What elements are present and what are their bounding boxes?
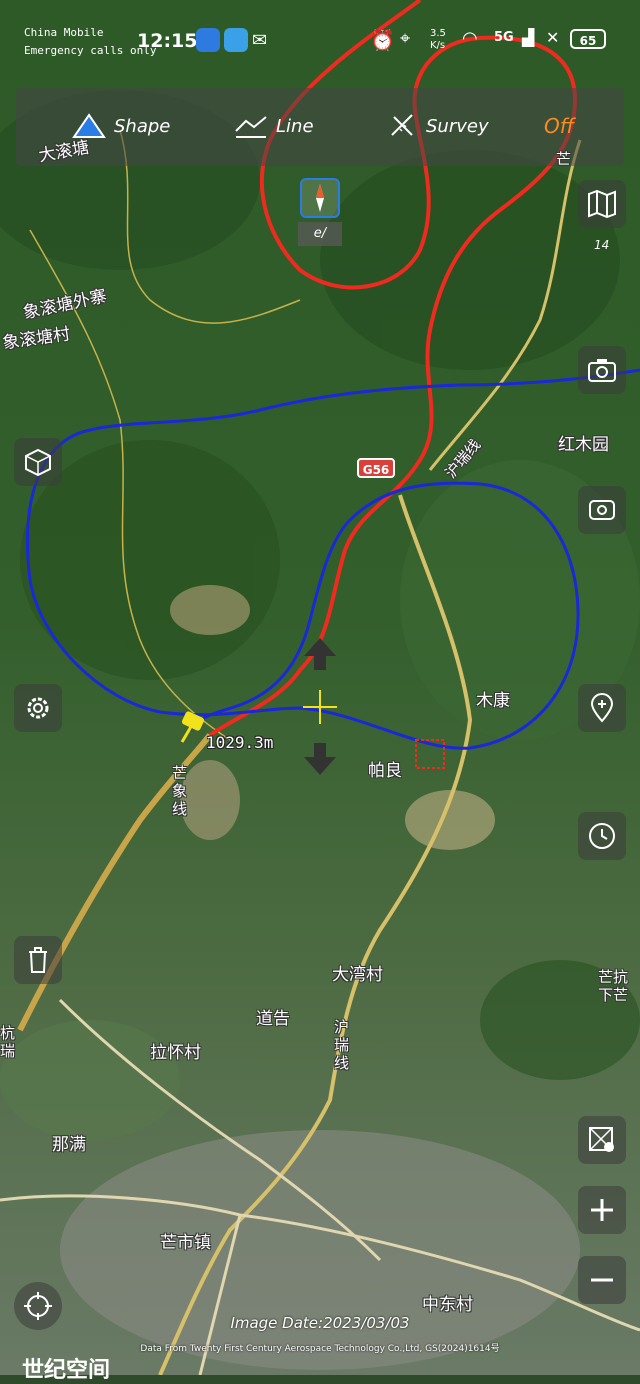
map-label: 木康 <box>476 686 510 711</box>
3d-view-button[interactable] <box>14 438 62 486</box>
map-label: 芒抗下芒 <box>598 968 638 1004</box>
wechat-icon: ✉ <box>252 30 267 51</box>
net-speed-value: 3.5 <box>430 28 446 40</box>
road-label: 杭瑞 <box>0 1024 18 1060</box>
camera-icon <box>587 357 617 383</box>
zoom-in-button[interactable] <box>578 1186 626 1234</box>
cube-3d-icon <box>23 447 53 477</box>
status-bar: China Mobile Emergency calls only 12:15 … <box>0 0 640 80</box>
browser-app-icon <box>196 28 220 52</box>
survey-label: Survey <box>426 116 489 137</box>
map-label: 芒 <box>556 148 571 169</box>
map-label: 芒市镇 <box>160 1228 211 1253</box>
map-label: 道告 <box>256 1004 290 1029</box>
map-layers-button[interactable] <box>578 180 626 228</box>
map-label: 帕良 <box>368 756 402 781</box>
plus-icon <box>589 1197 615 1223</box>
compass-needle-icon <box>302 180 338 216</box>
highway-shield: G56 <box>357 458 395 478</box>
delete-button[interactable] <box>14 936 62 984</box>
clock-icon <box>587 821 617 851</box>
no-signal-icon: ✕ <box>546 28 559 47</box>
road-label: 沪瑞线 <box>334 1018 352 1072</box>
road-label: 芒象线 <box>172 764 190 818</box>
net-speed-unit: K/s <box>430 40 446 52</box>
image-date: Image Date:2023/03/03 <box>0 1314 640 1332</box>
alarm-icon: ⏰ <box>370 28 395 52</box>
map-icon <box>587 190 617 218</box>
offline-map-button[interactable] <box>578 1116 626 1164</box>
minus-icon <box>589 1267 615 1293</box>
rotate-camera-button[interactable] <box>578 486 626 534</box>
survey-button[interactable]: Survey <box>388 106 489 146</box>
zoom-out-button[interactable] <box>578 1256 626 1304</box>
wifi-icon: ◠ <box>462 28 478 49</box>
watermark-logo: 世纪空间 <box>22 1352 110 1384</box>
settings-button[interactable] <box>14 684 62 732</box>
net-speed: 3.5 K/s <box>430 28 446 52</box>
history-button[interactable] <box>578 812 626 860</box>
trash-icon <box>25 946 51 974</box>
polyline-icon <box>234 113 268 139</box>
distance-readout: 1029.3m <box>206 733 273 752</box>
gear-icon <box>23 693 53 723</box>
battery-indicator: 65 <box>570 29 606 49</box>
signal-icon: ▟ <box>522 28 534 47</box>
screenshot-button[interactable] <box>578 346 626 394</box>
maps-app-icon <box>224 28 248 52</box>
compass-button[interactable] <box>300 178 340 218</box>
map-label: 中东村 <box>422 1290 473 1315</box>
location-icon: ⌖ <box>400 28 410 49</box>
camera-switch-icon <box>587 497 617 523</box>
status-clock: 12:15 <box>137 30 197 52</box>
map-label: 大湾村 <box>332 960 383 985</box>
map-pin-grid-icon <box>588 1126 616 1154</box>
shape-label: Shape <box>114 116 170 137</box>
location-pin-icon <box>589 693 615 723</box>
add-location-button[interactable] <box>578 684 626 732</box>
map-label: 那满 <box>52 1130 86 1155</box>
ruler-icon <box>388 111 418 141</box>
compass-label: e/ <box>298 222 342 246</box>
map-label: 红木园 <box>558 430 609 455</box>
toggle-off-button[interactable]: Off <box>544 106 574 146</box>
line-button[interactable]: Line <box>234 106 314 146</box>
tool-bar: Shape Line Survey Off <box>16 88 624 166</box>
zoom-level: 14 <box>594 238 609 252</box>
map-label: 拉怀村 <box>150 1038 201 1063</box>
network-type: 5G <box>494 30 514 45</box>
line-label: Line <box>276 116 314 137</box>
